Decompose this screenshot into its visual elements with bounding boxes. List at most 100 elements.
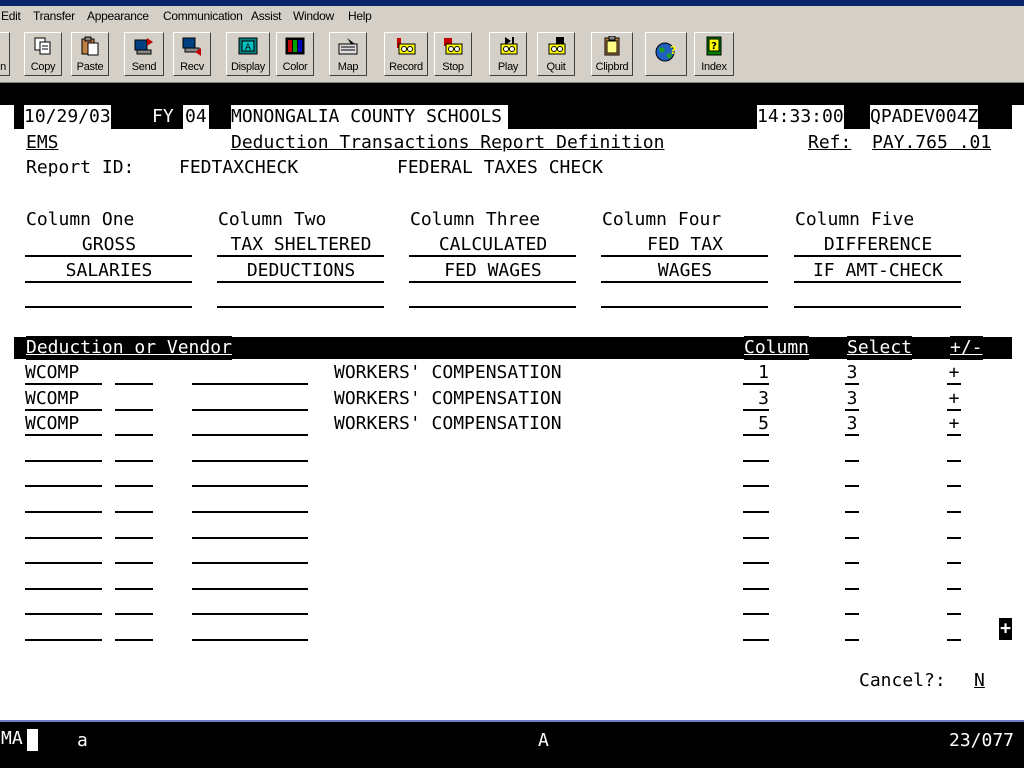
vendor-field[interactable]	[192, 540, 308, 564]
column-five-line1-field[interactable]: DIFFERENCE	[795, 233, 961, 257]
paste-button[interactable]: Paste	[71, 32, 109, 76]
deduction-code-field[interactable]: WCOMP	[25, 361, 102, 385]
sign-field[interactable]	[947, 591, 961, 615]
deduction-sub-field[interactable]	[115, 489, 153, 513]
select-field[interactable]: 3	[845, 387, 859, 411]
sign-field[interactable]: +	[947, 361, 961, 385]
toolbar-button-partial[interactable]: n	[0, 32, 10, 76]
deduction-sub-field[interactable]	[115, 566, 153, 590]
send-button[interactable]: Send	[124, 32, 164, 76]
vendor-field[interactable]	[192, 489, 308, 513]
toolbar: n Copy Paste Send Recv A Display Color M…	[0, 28, 1024, 83]
column-four-line2-field[interactable]: WAGES	[602, 259, 768, 283]
deduction-code-field[interactable]	[25, 566, 102, 590]
sign-field[interactable]	[947, 617, 961, 641]
sign-field[interactable]	[947, 438, 961, 462]
column-two-line1-field[interactable]: TAX SHELTERED	[218, 233, 384, 257]
deduction-sub-field[interactable]	[115, 540, 153, 564]
vendor-field[interactable]	[192, 566, 308, 590]
index-button[interactable]: ? Index	[694, 32, 734, 76]
select-field[interactable]: 3	[845, 361, 859, 385]
column-five-line2-field[interactable]: IF AMT-CHECK	[795, 259, 961, 283]
select-field[interactable]	[845, 617, 859, 641]
sign-field[interactable]	[947, 566, 961, 590]
sign-field[interactable]: +	[947, 387, 961, 411]
map-button[interactable]: Map	[329, 32, 367, 76]
cancel-field[interactable]: N	[974, 669, 985, 693]
record-button[interactable]: Record	[384, 32, 428, 76]
column-number-field[interactable]: 1	[743, 361, 769, 385]
deduction-sub-field[interactable]	[115, 463, 153, 487]
deduction-code-field[interactable]	[25, 463, 102, 487]
menu-appearance[interactable]: Appearance	[87, 9, 149, 23]
menu-edit[interactable]: Edit	[1, 9, 21, 23]
vendor-field[interactable]	[192, 387, 308, 411]
vendor-field[interactable]	[192, 463, 308, 487]
column-number-field[interactable]	[743, 617, 769, 641]
quit-button[interactable]: Quit	[537, 32, 575, 76]
menu-assist[interactable]: Assist	[251, 9, 282, 23]
sign-field[interactable]	[947, 463, 961, 487]
column-four-line1-field[interactable]: FED TAX	[602, 233, 768, 257]
select-field[interactable]	[845, 591, 859, 615]
column-number-field[interactable]	[743, 438, 769, 462]
column-number-field[interactable]	[743, 489, 769, 513]
deduction-code-field[interactable]: WCOMP	[25, 412, 102, 436]
help-globe-button[interactable]: ?	[645, 32, 687, 76]
vendor-field[interactable]	[192, 515, 308, 539]
column-number-field[interactable]: 5	[743, 412, 769, 436]
column-number-field[interactable]	[743, 463, 769, 487]
select-field[interactable]	[845, 566, 859, 590]
select-field[interactable]	[845, 540, 859, 564]
deduction-code-field[interactable]	[25, 515, 102, 539]
deduction-code-field[interactable]	[25, 438, 102, 462]
deduction-code-field[interactable]: WCOMP	[25, 387, 102, 411]
deduction-code-field[interactable]	[25, 489, 102, 513]
column-one-line2-field[interactable]: SALARIES	[26, 259, 192, 283]
select-field[interactable]: 3	[845, 412, 859, 436]
receive-button[interactable]: Recv	[173, 32, 211, 76]
select-field[interactable]	[845, 515, 859, 539]
deduction-sub-field[interactable]	[115, 515, 153, 539]
deduction-sub-field[interactable]	[115, 591, 153, 615]
vendor-field[interactable]	[192, 361, 308, 385]
deduction-sub-field[interactable]	[115, 387, 153, 411]
column-three-line1-field[interactable]: CALCULATED	[410, 233, 576, 257]
color-button[interactable]: Color	[276, 32, 314, 76]
sign-field[interactable]	[947, 489, 961, 513]
column-number-field[interactable]: 3	[743, 387, 769, 411]
column-one-line1-field[interactable]: GROSS	[26, 233, 192, 257]
sign-field[interactable]	[947, 515, 961, 539]
display-button[interactable]: A Display	[226, 32, 270, 76]
deduction-sub-field[interactable]	[115, 438, 153, 462]
select-field[interactable]	[845, 463, 859, 487]
sign-field[interactable]	[947, 540, 961, 564]
vendor-field[interactable]	[192, 617, 308, 641]
deduction-sub-field[interactable]	[115, 412, 153, 436]
deduction-code-field[interactable]	[25, 540, 102, 564]
vendor-field[interactable]	[192, 438, 308, 462]
menu-window[interactable]: Window	[293, 9, 334, 23]
deduction-code-field[interactable]	[25, 591, 102, 615]
play-button[interactable]: Play	[489, 32, 527, 76]
vendor-field[interactable]	[192, 591, 308, 615]
copy-button[interactable]: Copy	[24, 32, 62, 76]
menu-communication[interactable]: Communication	[163, 9, 243, 23]
deduction-sub-field[interactable]	[115, 617, 153, 641]
column-number-field[interactable]	[743, 540, 769, 564]
menu-help[interactable]: Help	[348, 9, 372, 23]
column-number-field[interactable]	[743, 566, 769, 590]
deduction-sub-field[interactable]	[115, 361, 153, 385]
sign-field[interactable]: +	[947, 412, 961, 436]
deduction-code-field[interactable]	[25, 617, 102, 641]
vendor-field[interactable]	[192, 412, 308, 436]
column-number-field[interactable]	[743, 515, 769, 539]
select-field[interactable]	[845, 438, 859, 462]
column-three-line2-field[interactable]: FED WAGES	[410, 259, 576, 283]
stop-button[interactable]: Stop	[434, 32, 472, 76]
column-two-line2-field[interactable]: DEDUCTIONS	[218, 259, 384, 283]
select-field[interactable]	[845, 489, 859, 513]
column-number-field[interactable]	[743, 591, 769, 615]
menu-transfer[interactable]: Transfer	[33, 9, 75, 23]
clipboard-button[interactable]: Clipbrd	[591, 32, 633, 76]
